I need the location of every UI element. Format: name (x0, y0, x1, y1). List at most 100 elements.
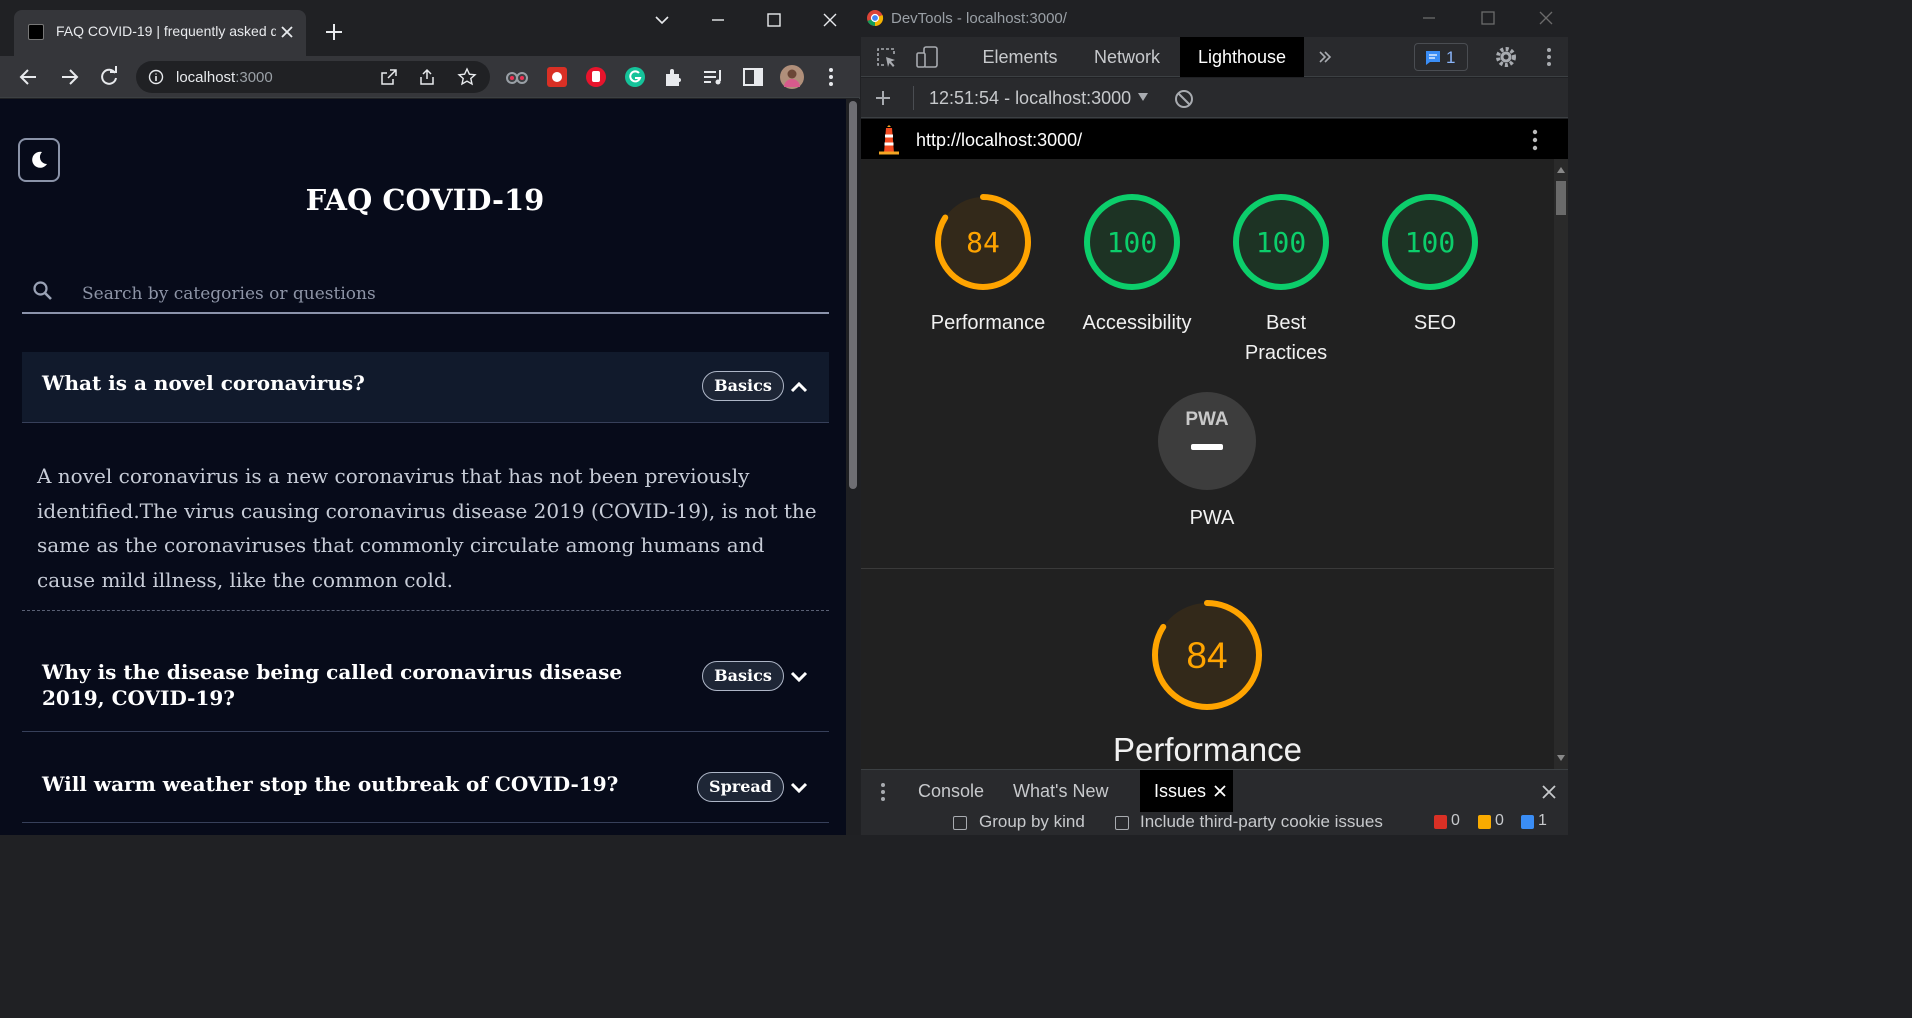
close-tab-icon[interactable] (278, 23, 296, 41)
category-badge[interactable]: Basics (702, 371, 784, 401)
maximize-icon[interactable] (1480, 10, 1496, 26)
report-menu-icon[interactable] (1527, 127, 1543, 153)
group-by-kind-checkbox[interactable] (953, 816, 967, 830)
third-party-cookie-checkbox[interactable] (1115, 816, 1129, 830)
theme-toggle-button[interactable] (18, 138, 60, 182)
report-selector[interactable]: 12:51:54 - localhost:3000 (929, 88, 1131, 109)
info-count: 1 (1538, 812, 1547, 829)
issues-counter-button[interactable]: 1 (1414, 43, 1468, 71)
issues-count: 1 (1446, 48, 1456, 67)
tab-elements[interactable]: Elements (968, 37, 1072, 77)
lighthouse-toolbar: 12:51:54 - localhost:3000 (861, 78, 1568, 118)
close-drawer-icon[interactable] (1541, 784, 1557, 800)
page-scrollbar[interactable] (846, 99, 860, 835)
extension-stop-hand-icon[interactable] (583, 64, 609, 90)
scrollbar-thumb[interactable] (849, 101, 857, 489)
back-icon[interactable] (16, 64, 42, 90)
chevron-down-icon[interactable] (788, 665, 810, 687)
settings-gear-icon[interactable] (1494, 45, 1518, 69)
faq-item-header[interactable]: Why is the disease being called coronavi… (22, 647, 829, 732)
pwa-gauge[interactable]: PWA PWA (1157, 391, 1267, 529)
url-text: localhost:3000 (176, 69, 273, 86)
devtools-titlebar: DevTools - localhost:3000/ (861, 0, 1568, 36)
section-divider (861, 568, 1554, 569)
extension-glasses-icon[interactable] (504, 64, 530, 90)
bookmark-star-icon[interactable] (457, 67, 477, 87)
media-controls-icon[interactable] (700, 64, 726, 90)
category-badge[interactable]: Spread (697, 772, 784, 802)
search-bar (22, 276, 829, 314)
report-url-bar: http://localhost:3000/ (861, 119, 1568, 159)
faq-item-header[interactable]: Will warm weather stop the outbreak of C… (22, 758, 829, 823)
extensions-puzzle-icon[interactable] (661, 64, 687, 90)
maximize-icon[interactable] (760, 10, 788, 30)
site-info-icon[interactable] (148, 69, 164, 85)
close-window-icon[interactable] (1538, 10, 1554, 26)
reload-icon[interactable] (96, 64, 122, 90)
faq-item-header[interactable]: What is a novel coronavirus? Basics (22, 352, 829, 423)
dropdown-arrow-icon[interactable] (1137, 92, 1149, 102)
devtools-menu-icon[interactable] (1541, 45, 1557, 69)
score-value: 100 (1404, 226, 1456, 259)
lighthouse-logo-icon (879, 125, 899, 155)
report-scrollbar[interactable] (1554, 159, 1568, 769)
chevron-up-icon[interactable] (788, 376, 810, 398)
search-input[interactable] (82, 280, 802, 308)
side-panel-icon[interactable] (740, 64, 766, 90)
inspect-element-icon[interactable] (875, 46, 897, 68)
tab-title: FAQ COVID-19 | frequently asked question… (56, 23, 276, 39)
tab-lighthouse[interactable]: Lighthouse (1180, 37, 1304, 77)
section-score-value: 84 (1186, 635, 1227, 676)
chrome-menu-icon[interactable] (818, 64, 844, 90)
close-window-icon[interactable] (816, 10, 844, 30)
chrome-logo-icon (867, 10, 884, 27)
performance-large-gauge: 84 (1152, 600, 1262, 710)
score-gauge-performance[interactable]: 84 Performance (931, 192, 1045, 334)
performance-section-gauge: 84 (1151, 599, 1263, 711)
browser-toolbar: localhost:3000 (0, 56, 860, 98)
issues-toolbar: Group by kind Include third-party cookie… (861, 812, 1568, 836)
clear-reports-icon[interactable] (1173, 88, 1195, 110)
score-value: 84 (966, 226, 1000, 259)
drawer-tab-issues[interactable]: Issues (1140, 770, 1233, 812)
grammarly-icon[interactable] (622, 64, 648, 90)
page-title: FAQ COVID-19 (305, 183, 545, 217)
scroll-down-arrow-icon[interactable] (1557, 755, 1565, 761)
address-bar[interactable]: localhost:3000 (136, 61, 490, 93)
drawer-tab-console[interactable]: Console (918, 770, 984, 812)
share-icon[interactable] (418, 68, 436, 86)
error-icon (1434, 815, 1447, 829)
score-value: 100 (1106, 226, 1158, 259)
profile-avatar[interactable] (779, 64, 805, 90)
category-badge[interactable]: Basics (702, 661, 784, 691)
tab-search-icon[interactable] (648, 10, 676, 30)
device-toolbar-icon[interactable] (915, 45, 939, 69)
warning-count: 0 (1495, 812, 1504, 829)
extension-red-icon[interactable] (544, 64, 570, 90)
minimize-icon[interactable] (1421, 10, 1437, 26)
new-report-plus-icon[interactable] (874, 89, 892, 107)
close-issues-icon[interactable] (1214, 785, 1226, 797)
minimize-icon[interactable] (704, 10, 732, 30)
faq-question: Will warm weather stop the outbreak of C… (42, 772, 619, 796)
search-icon (33, 281, 52, 300)
score-label-pwa: PWA (1189, 507, 1235, 529)
chevron-down-icon[interactable] (788, 776, 810, 798)
drawer-tab-whats-new[interactable]: What's New (1013, 770, 1108, 812)
browser-tab[interactable]: FAQ COVID-19 | frequently asked question… (14, 10, 306, 56)
forward-icon[interactable] (56, 64, 82, 90)
info-icon (1521, 815, 1534, 829)
faq-divider (22, 610, 829, 611)
scroll-up-arrow-icon[interactable] (1557, 167, 1565, 173)
more-tabs-icon[interactable] (1317, 49, 1333, 65)
score-gauge-seo[interactable]: 100 SEO (1380, 192, 1490, 334)
error-count: 0 (1451, 812, 1460, 829)
tab-network[interactable]: Network (1077, 37, 1177, 77)
score-gauge-accessibility[interactable]: 100 Accessibility (1082, 192, 1192, 334)
open-in-new-icon[interactable] (380, 68, 398, 86)
score-gauge-best-practices[interactable]: 100 Best Practices (1231, 192, 1341, 364)
scrollbar-thumb[interactable] (1556, 181, 1566, 215)
drawer-menu-icon[interactable] (878, 780, 888, 804)
new-tab-icon[interactable] (322, 20, 346, 44)
drawer-tab-issues-label: Issues (1154, 781, 1207, 801)
